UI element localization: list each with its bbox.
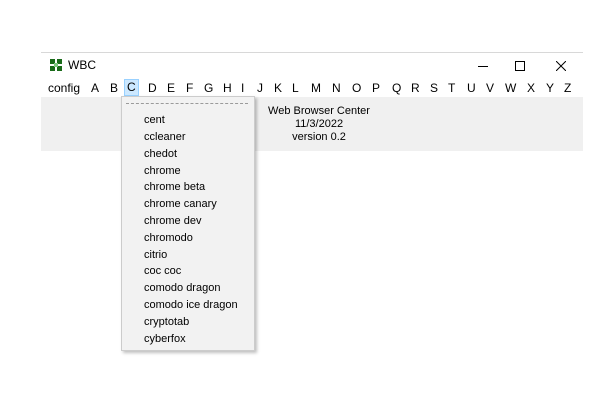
menu-item-chromodo[interactable]: chromodo bbox=[144, 232, 193, 245]
menu-item-chrome-canary[interactable]: chrome canary bbox=[144, 198, 217, 211]
menu-letter-r[interactable]: R bbox=[408, 80, 423, 96]
menu-item-chrome[interactable]: chrome bbox=[144, 165, 181, 178]
menu-item-ccleaner[interactable]: ccleaner bbox=[144, 131, 186, 144]
menu-letter-e[interactable]: E bbox=[164, 80, 178, 96]
app-icon bbox=[50, 59, 62, 71]
window-title: WBC bbox=[68, 58, 96, 72]
menu-letter-d[interactable]: D bbox=[145, 80, 160, 96]
menu-item-comodo-dragon[interactable]: comodo dragon bbox=[144, 282, 220, 295]
menu-bar: config A B C D E F G H I J K L M N O P Q… bbox=[41, 78, 583, 97]
menu-letter-u[interactable]: U bbox=[464, 80, 479, 96]
info-panel: Web Browser Center 11/3/2022 version 0.2 bbox=[263, 105, 375, 144]
menu-letter-x[interactable]: X bbox=[524, 80, 538, 96]
menu-letter-p[interactable]: P bbox=[369, 80, 383, 96]
version-label: version 0.2 bbox=[292, 131, 346, 143]
release-date: 11/3/2022 bbox=[294, 118, 344, 130]
title-bar[interactable]: WBC bbox=[41, 53, 583, 78]
menu-letter-m[interactable]: M bbox=[308, 80, 324, 96]
menu-item-cryptotab[interactable]: cryptotab bbox=[144, 316, 189, 329]
menu-letter-n[interactable]: N bbox=[329, 80, 344, 96]
menu-config[interactable]: config bbox=[48, 80, 80, 96]
menu-letter-v[interactable]: V bbox=[483, 80, 497, 96]
menu-letter-s[interactable]: S bbox=[427, 80, 441, 96]
app-name: Web Browser Center bbox=[268, 105, 370, 117]
menu-item-chedot[interactable]: chedot bbox=[144, 148, 177, 161]
menu-letter-t[interactable]: T bbox=[445, 80, 458, 96]
tearoff-line[interactable] bbox=[126, 103, 248, 104]
menu-letter-l[interactable]: L bbox=[289, 80, 302, 96]
menu-letter-f[interactable]: F bbox=[183, 80, 196, 96]
menu-letter-q[interactable]: Q bbox=[389, 80, 404, 96]
menu-letter-a[interactable]: A bbox=[88, 80, 102, 96]
letter-c-dropdown-menu: cent ccleaner chedot chrome chrome beta … bbox=[121, 96, 255, 351]
menu-letter-c[interactable]: C bbox=[124, 79, 139, 96]
menu-letter-y[interactable]: Y bbox=[543, 80, 557, 96]
minimize-button[interactable] bbox=[463, 53, 503, 78]
maximize-icon bbox=[515, 60, 525, 71]
menu-item-comodo-ice-dragon[interactable]: comodo ice dragon bbox=[144, 299, 238, 312]
maximize-button[interactable] bbox=[500, 53, 540, 78]
menu-letter-o[interactable]: O bbox=[349, 80, 364, 96]
menu-item-cent[interactable]: cent bbox=[144, 114, 165, 127]
menu-item-cyberfox[interactable]: cyberfox bbox=[144, 333, 186, 346]
menu-item-citrio[interactable]: citrio bbox=[144, 249, 167, 262]
menu-letter-i[interactable]: I bbox=[238, 80, 247, 96]
menu-letter-w[interactable]: W bbox=[502, 80, 519, 96]
menu-item-coc-coc[interactable]: coc coc bbox=[144, 265, 181, 278]
minimize-icon bbox=[478, 65, 488, 67]
menu-letter-b[interactable]: B bbox=[107, 80, 121, 96]
close-button[interactable] bbox=[541, 53, 581, 78]
menu-letter-h[interactable]: H bbox=[220, 80, 235, 96]
menu-letter-k[interactable]: K bbox=[271, 80, 285, 96]
menu-item-chrome-beta[interactable]: chrome beta bbox=[144, 181, 205, 194]
menu-letter-j[interactable]: J bbox=[254, 80, 266, 96]
menu-item-chrome-dev[interactable]: chrome dev bbox=[144, 215, 201, 228]
menu-letter-g[interactable]: G bbox=[201, 80, 216, 96]
menu-letter-z[interactable]: Z bbox=[561, 80, 574, 96]
close-icon bbox=[556, 60, 566, 71]
